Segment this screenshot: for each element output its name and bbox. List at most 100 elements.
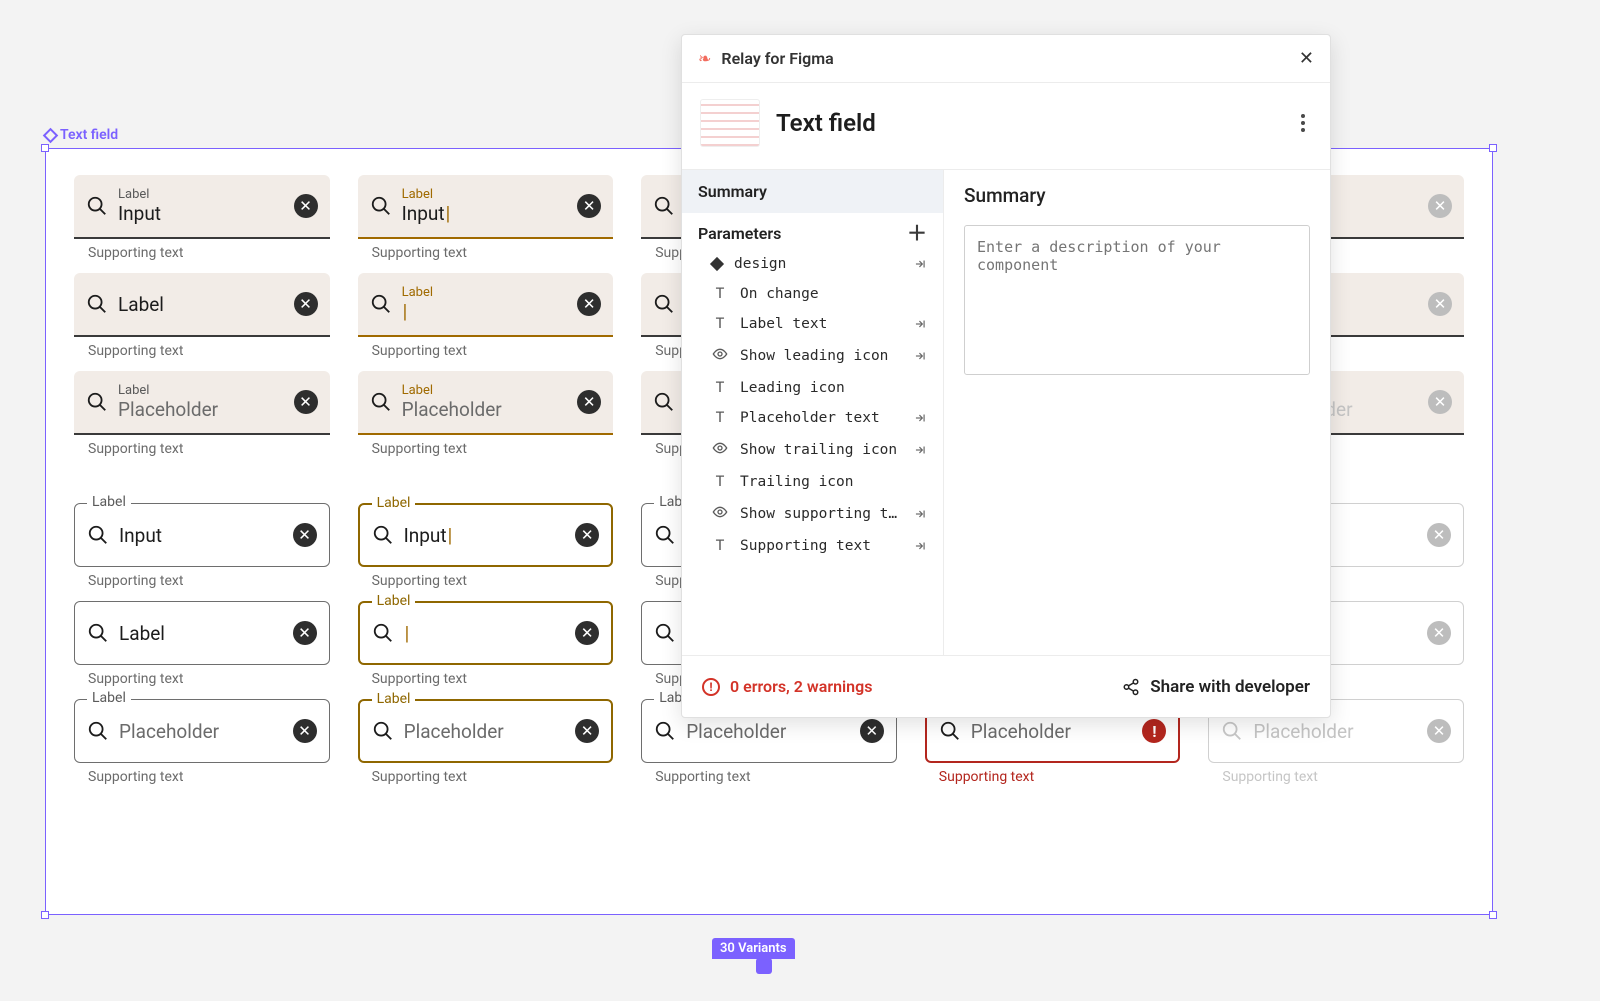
variant-cell[interactable]: Label ✕ Supporting text [74, 601, 330, 687]
cancel-icon[interactable]: ✕ [575, 719, 599, 743]
resize-handle-tl[interactable] [41, 144, 49, 152]
field-placeholder: Placeholder [404, 720, 566, 743]
text-field-outlined[interactable]: Label ✕ [358, 601, 614, 665]
component-name: Text field [776, 109, 1278, 137]
frame-label[interactable]: Text field [45, 127, 118, 143]
parameter-row[interactable]: Show trailing icon [682, 433, 943, 467]
sidebar-item-summary[interactable]: Summary [682, 170, 943, 213]
panel-title: Relay for Figma [721, 49, 1289, 68]
variant-cell[interactable]: Label Input ✕ Supporting text [358, 503, 614, 589]
variants-badge[interactable]: 30 Variants [712, 938, 795, 959]
text-field-filled[interactable]: Label ✕ [74, 273, 330, 337]
variant-cell[interactable]: Label Placeholder ✕ Supporting text [358, 699, 614, 785]
parameter-name: Supporting text [740, 538, 901, 554]
parameter-row[interactable]: design [682, 249, 943, 279]
cancel-icon[interactable]: ✕ [1427, 719, 1451, 743]
resize-handle-bl[interactable] [41, 911, 49, 919]
parameter-row[interactable]: TLabel text [682, 309, 943, 339]
cancel-icon[interactable]: ✕ [577, 390, 601, 414]
text-field-filled[interactable]: Label ✕ [358, 273, 614, 337]
text-field-outlined[interactable]: Label ✕ [74, 601, 330, 665]
cancel-icon[interactable]: ✕ [575, 621, 599, 645]
parameter-row[interactable]: Show supporting t… [682, 497, 943, 531]
cancel-icon[interactable]: ✕ [575, 523, 599, 547]
supporting-text: Supporting text [1208, 769, 1464, 785]
variant-cell[interactable]: Label Input ✕ Supporting text [358, 175, 614, 261]
parameter-name: Label text [740, 316, 901, 332]
supporting-text: Supporting text [358, 671, 614, 687]
cancel-icon[interactable]: ✕ [860, 719, 884, 743]
parameter-row[interactable]: TSupporting text [682, 531, 943, 561]
cancel-icon[interactable]: ✕ [1428, 194, 1452, 218]
supporting-text: Supporting text [358, 245, 614, 261]
parameters-heading: Parameters [698, 224, 781, 243]
text-icon: T [712, 286, 728, 302]
parameter-name: Show trailing icon [740, 442, 901, 458]
field-value: Input [404, 524, 566, 547]
variant-cell[interactable]: Label Input ✕ Supporting text [74, 503, 330, 589]
errors-text[interactable]: 0 errors, 2 warnings [730, 677, 1112, 696]
add-parameter-icon[interactable]: ＋ [907, 223, 927, 243]
variant-cell[interactable]: Label ✕ Supporting text [358, 273, 614, 359]
search-icon [653, 195, 675, 217]
cancel-icon[interactable]: ✕ [294, 194, 318, 218]
field-label: Label [119, 622, 283, 645]
variant-cell[interactable]: Label ✕ Supporting text [358, 601, 614, 687]
parameter-name: Trailing icon [740, 474, 927, 490]
search-icon [370, 293, 392, 315]
variant-cell[interactable]: Label Input ✕ Supporting text [74, 175, 330, 261]
cancel-icon[interactable]: ✕ [1428, 292, 1452, 316]
parameter-row[interactable]: Show leading icon [682, 339, 943, 373]
link-arrow-icon [913, 507, 927, 521]
supporting-text: Supporting text [358, 573, 614, 589]
link-arrow-icon [913, 443, 927, 457]
search-icon [87, 720, 109, 742]
share-with-developer-button[interactable]: Share with developer [1122, 677, 1310, 697]
text-field-filled[interactable]: Label Input ✕ [74, 175, 330, 239]
search-icon [372, 622, 394, 644]
parameter-name: On change [740, 286, 927, 302]
variant-cell[interactable]: Label ✕ Supporting text [74, 273, 330, 359]
variant-cell[interactable]: Label Placeholder ✕ Supporting text [74, 699, 330, 785]
cancel-icon[interactable]: ✕ [1427, 621, 1451, 645]
resize-handle-br[interactable] [1489, 911, 1497, 919]
supporting-text: Supporting text [74, 769, 330, 785]
text-field-outlined[interactable]: Label Placeholder ✕ [74, 699, 330, 763]
field-label: Label [402, 285, 568, 300]
cancel-icon[interactable]: ✕ [577, 292, 601, 316]
search-icon [370, 195, 392, 217]
close-icon[interactable]: ✕ [1299, 48, 1314, 69]
variant-cell[interactable]: Label Placeholder ✕ Supporting text [358, 371, 614, 457]
search-icon [87, 622, 109, 644]
cancel-icon[interactable]: ✕ [293, 719, 317, 743]
text-field-filled[interactable]: Label Placeholder ✕ [74, 371, 330, 435]
text-field-outlined[interactable]: Label Input ✕ [74, 503, 330, 567]
more-menu-icon[interactable] [1294, 114, 1312, 132]
panel-content: Summary [944, 170, 1330, 655]
cancel-icon[interactable]: ✕ [1427, 523, 1451, 547]
cancel-icon[interactable]: ✕ [294, 390, 318, 414]
cancel-icon[interactable]: ✕ [294, 292, 318, 316]
field-label: Label [402, 383, 568, 398]
resize-handle-tr[interactable] [1489, 144, 1497, 152]
text-field-outlined[interactable]: Label Input ✕ [358, 503, 614, 567]
parameter-row[interactable]: TPlaceholder text [682, 403, 943, 433]
content-heading: Summary [964, 184, 1310, 207]
text-field-filled[interactable]: Label Input ✕ [358, 175, 614, 239]
text-field-outlined[interactable]: Label Placeholder ✕ [358, 699, 614, 763]
cancel-icon[interactable]: ✕ [293, 523, 317, 547]
cancel-icon[interactable]: ✕ [577, 194, 601, 218]
relay-panel: ❧ Relay for Figma ✕ Text field Summary P… [681, 34, 1331, 718]
field-label: Label [372, 593, 416, 609]
text-field-filled[interactable]: Label Placeholder ✕ [358, 371, 614, 435]
parameter-row[interactable]: TTrailing icon [682, 467, 943, 497]
search-icon [653, 391, 675, 413]
parameter-name: Leading icon [740, 380, 927, 396]
cancel-icon[interactable]: ✕ [293, 621, 317, 645]
parameter-row[interactable]: TLeading icon [682, 373, 943, 403]
variant-cell[interactable]: Label Placeholder ✕ Supporting text [74, 371, 330, 457]
description-input[interactable] [964, 225, 1310, 375]
parameter-row[interactable]: T On change [682, 279, 943, 309]
search-icon [654, 622, 676, 644]
cancel-icon[interactable]: ✕ [1428, 390, 1452, 414]
